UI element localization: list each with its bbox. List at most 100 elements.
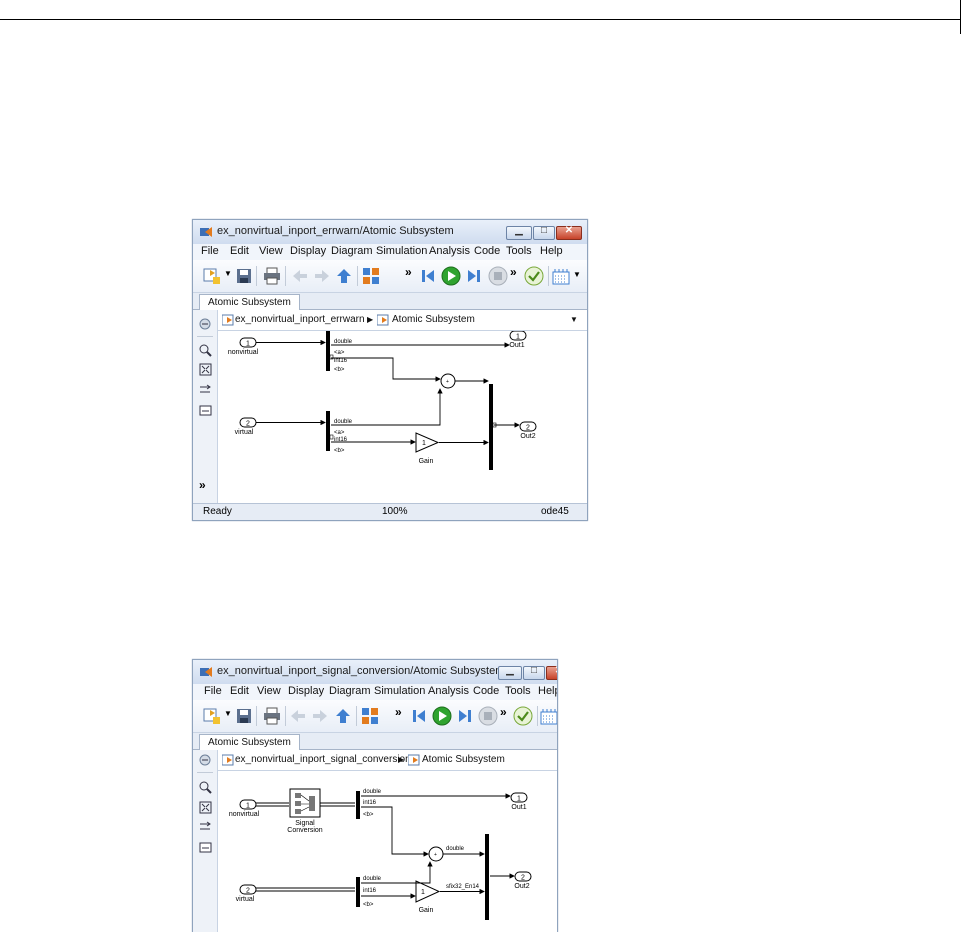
fit-to-view-icon[interactable] [199, 363, 212, 376]
inport-2-number: 2 [246, 421, 250, 428]
run-icon[interactable] [432, 706, 452, 726]
diagram-canvas[interactable]: 1 nonvirtual 2 virtual 1 Out1 2 Out2 + 1… [218, 330, 587, 503]
inport-2-label: virtual [235, 429, 254, 436]
breadcrumb-subsystem[interactable]: Atomic Subsystem [422, 754, 505, 765]
new-model-icon[interactable] [202, 267, 222, 285]
outport-1-label: Out1 [509, 342, 524, 349]
menu-file[interactable]: File [201, 245, 219, 257]
maximize-button[interactable]: □ [533, 225, 555, 240]
page-rule-tick [960, 0, 961, 34]
close-button[interactable]: ✕ [546, 665, 557, 680]
signal-label-int16-1: int16 [363, 800, 377, 806]
menu-file[interactable]: File [204, 685, 222, 697]
step-forward-icon[interactable] [465, 267, 483, 285]
annotation-icon[interactable] [199, 405, 212, 416]
bus-creator[interactable] [489, 384, 493, 470]
explorer-dropdown-icon[interactable]: ▼ [573, 270, 581, 279]
update-diagram-icon[interactable] [524, 266, 544, 286]
save-icon[interactable] [235, 267, 253, 285]
left-palette [193, 750, 218, 932]
menu-tools[interactable]: Tools [506, 245, 532, 257]
menu-diagram[interactable]: Diagram [331, 245, 373, 257]
close-button[interactable]: ✕ [556, 225, 582, 240]
signal-arrow-icon[interactable] [199, 384, 212, 395]
print-icon[interactable] [262, 707, 282, 725]
library-browser-icon[interactable] [361, 707, 379, 725]
hide-explorer-icon[interactable] [199, 754, 211, 766]
menu-code[interactable]: Code [474, 245, 500, 257]
expand-palette-icon[interactable]: » [199, 478, 206, 492]
bus-selector-1[interactable] [326, 331, 330, 371]
forward-icon[interactable] [313, 267, 331, 285]
menu-display[interactable]: Display [288, 685, 324, 697]
bus-selector-2[interactable] [326, 411, 330, 451]
menu-edit[interactable]: Edit [230, 685, 249, 697]
dropdown-arrow-icon[interactable]: ▼ [224, 709, 232, 718]
title-bar[interactable]: ex_nonvirtual_inport_errwarn/Atomic Subs… [193, 220, 587, 244]
menu-edit[interactable]: Edit [230, 245, 249, 257]
up-to-parent-icon[interactable] [335, 267, 353, 285]
menu-simulation[interactable]: Simulation [376, 245, 427, 257]
hide-explorer-icon[interactable] [199, 318, 211, 330]
stop-icon[interactable] [488, 266, 508, 286]
forward-icon[interactable] [311, 707, 329, 725]
gain-block[interactable] [415, 432, 440, 453]
step-back-icon[interactable] [410, 707, 428, 725]
breadcrumb-model[interactable]: ex_nonvirtual_inport_signal_conversion [235, 754, 411, 765]
menu-help[interactable]: Help [538, 685, 557, 697]
back-icon[interactable] [289, 707, 307, 725]
signal-arrow-icon[interactable] [199, 821, 212, 832]
save-icon[interactable] [235, 707, 253, 725]
fit-to-view-icon[interactable] [199, 801, 212, 814]
menu-help[interactable]: Help [540, 245, 563, 257]
title-bar[interactable]: ex_nonvirtual_inport_signal_conversion/A… [193, 660, 557, 684]
breadcrumb-model[interactable]: ex_nonvirtual_inport_errwarn [235, 314, 365, 325]
update-diagram-icon[interactable] [513, 706, 533, 726]
model-explorer-icon[interactable] [552, 267, 570, 285]
menu-view[interactable]: View [257, 685, 281, 697]
up-to-parent-icon[interactable] [334, 707, 352, 725]
signal-conversion-block[interactable] [289, 788, 321, 818]
breadcrumb-subsystem[interactable]: Atomic Subsystem [392, 314, 475, 325]
stop-icon[interactable] [478, 706, 498, 726]
model-explorer-icon[interactable] [540, 707, 558, 725]
menu-view[interactable]: View [259, 245, 283, 257]
gain-label: Gain [419, 458, 434, 465]
annotation-icon[interactable] [199, 842, 212, 853]
minimize-button[interactable]: ▁ [498, 665, 522, 680]
diagram-canvas[interactable]: 1 nonvirtual Signal Conversion 2 virtual… [218, 771, 557, 932]
bus-selector-1[interactable] [356, 791, 360, 819]
more-tools-icon[interactable]: » [405, 265, 412, 279]
print-icon[interactable] [262, 267, 282, 285]
gain-block[interactable] [415, 880, 441, 903]
bus-creator[interactable] [485, 834, 489, 920]
signal-label-b-2: <b> [334, 448, 345, 454]
step-back-icon[interactable] [419, 267, 437, 285]
menu-diagram[interactable]: Diagram [329, 685, 371, 697]
run-icon[interactable] [441, 266, 461, 286]
breadcrumb-dropdown-icon[interactable]: ▼ [570, 315, 578, 324]
signal-label-double-1: double [363, 789, 382, 795]
menu-display[interactable]: Display [290, 245, 326, 257]
more-sim-icon[interactable]: » [500, 705, 507, 719]
more-sim-icon[interactable]: » [510, 265, 517, 279]
menu-code[interactable]: Code [473, 685, 499, 697]
more-tools-icon[interactable]: » [395, 705, 402, 719]
tab-atomic-subsystem[interactable]: Atomic Subsystem [199, 294, 300, 310]
library-browser-icon[interactable] [362, 267, 380, 285]
maximize-button[interactable]: □ [523, 665, 545, 680]
step-forward-icon[interactable] [456, 707, 474, 725]
svg-text:+: + [434, 852, 437, 858]
new-model-icon[interactable] [202, 707, 222, 725]
menu-analysis[interactable]: Analysis [429, 245, 470, 257]
minimize-button[interactable]: ▁ [506, 225, 532, 240]
dropdown-arrow-icon[interactable]: ▼ [224, 269, 232, 278]
zoom-icon[interactable] [199, 781, 212, 794]
back-icon[interactable] [291, 267, 309, 285]
bus-selector-2[interactable] [356, 877, 360, 907]
menu-analysis[interactable]: Analysis [428, 685, 469, 697]
tab-atomic-subsystem[interactable]: Atomic Subsystem [199, 734, 300, 750]
menu-simulation[interactable]: Simulation [374, 685, 425, 697]
menu-tools[interactable]: Tools [505, 685, 531, 697]
zoom-icon[interactable] [199, 344, 212, 357]
